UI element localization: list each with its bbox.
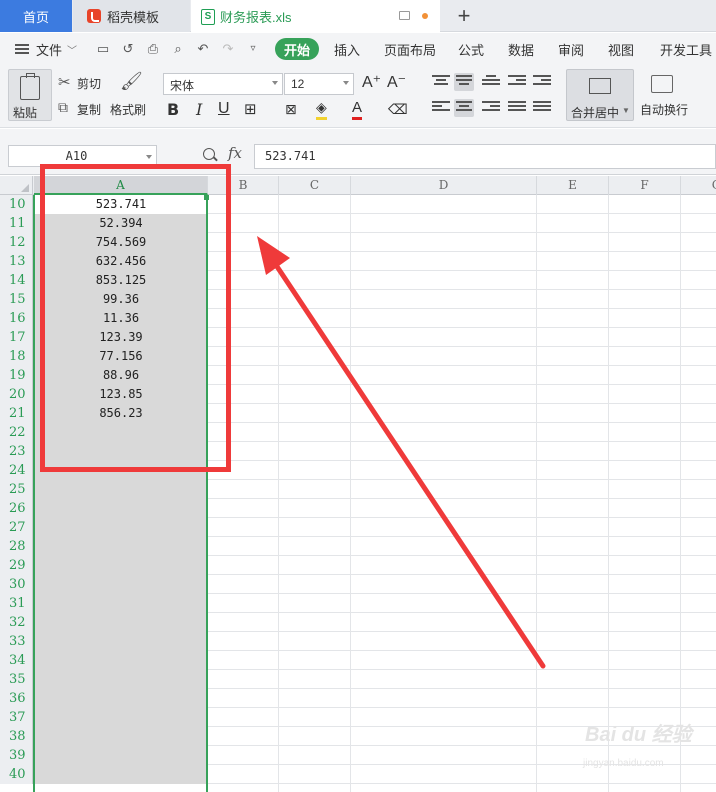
annotation-arrow [257, 236, 546, 669]
watermark-logo: Bai du 经验 [585, 724, 692, 746]
watermark-url: jingyan.baidu.com [583, 758, 664, 769]
